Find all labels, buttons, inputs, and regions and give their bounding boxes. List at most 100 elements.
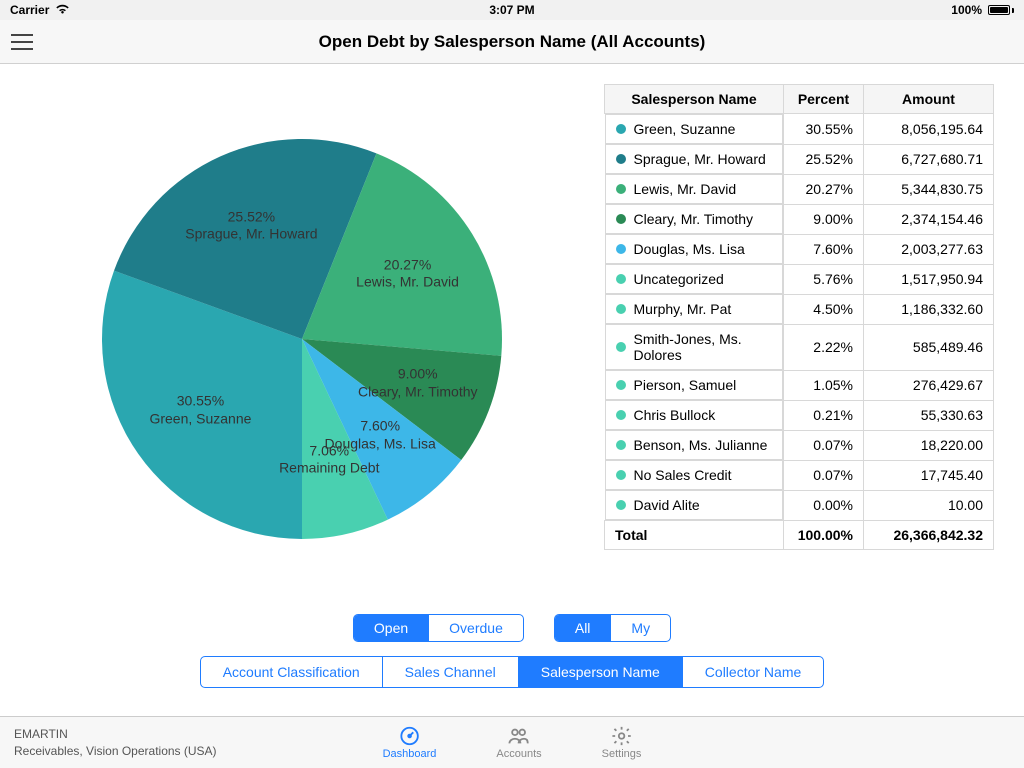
user-name: EMARTIN	[14, 726, 217, 742]
table-row[interactable]: David Alite 0.00%10.00	[605, 490, 994, 521]
table-row[interactable]: Chris Bullock 0.21%55,330.63	[605, 400, 994, 430]
row-name: Benson, Ms. Julianne	[634, 437, 768, 453]
table-row[interactable]: Lewis, Mr. David20.27%5,344,830.75	[605, 174, 994, 204]
row-name: Douglas, Ms. Lisa	[634, 241, 745, 257]
tab-accounts[interactable]: Accounts	[496, 725, 541, 760]
menu-button[interactable]	[0, 20, 44, 64]
color-dot	[616, 380, 626, 390]
page-title: Open Debt by Salesperson Name (All Accou…	[319, 32, 706, 52]
color-dot	[616, 500, 626, 510]
row-percent: 7.60%	[784, 234, 864, 264]
table-row[interactable]: Green, Suzanne 30.55%8,056,195.64	[605, 114, 994, 145]
carrier-label: Carrier	[10, 3, 49, 17]
battery-icon	[988, 5, 1014, 15]
pie-chart: 30.55%Green, Suzanne25.52%Sprague, Mr. H…	[30, 84, 574, 594]
data-table: Salesperson Name Percent Amount Green, S…	[604, 84, 994, 594]
row-percent: 0.07%	[784, 460, 864, 490]
table-row[interactable]: Murphy, Mr. Pat 4.50%1,186,332.60	[605, 294, 994, 324]
seg-status-opt-open[interactable]: Open	[354, 615, 429, 641]
color-dot	[616, 184, 626, 194]
table-row[interactable]: Benson, Ms. Julianne 0.07%18,220.00	[605, 430, 994, 460]
row-percent: 30.55%	[784, 114, 864, 145]
row-percent: 4.50%	[784, 294, 864, 324]
row-percent: 1.05%	[784, 370, 864, 400]
row-amount: 8,056,195.64	[864, 114, 994, 145]
total-percent: 100.00%	[784, 521, 864, 550]
seg-dim-opt-collector-name[interactable]: Collector Name	[683, 657, 823, 687]
row-amount: 2,003,277.63	[864, 234, 994, 264]
tab-label: Settings	[602, 748, 642, 760]
pie-label: 7.06%Remaining Debt	[279, 442, 379, 477]
row-percent: 2.22%	[784, 324, 864, 370]
row-amount: 6,727,680.71	[864, 144, 994, 174]
color-dot	[616, 342, 626, 352]
row-name: Lewis, Mr. David	[634, 181, 737, 197]
table-row[interactable]: Uncategorized5.76%1,517,950.94	[605, 264, 994, 294]
color-dot	[616, 154, 626, 164]
battery-percent: 100%	[951, 3, 982, 17]
col-name: Salesperson Name	[605, 85, 784, 114]
row-amount: 2,374,154.46	[864, 204, 994, 234]
row-name: Uncategorized	[634, 271, 724, 287]
controls: OpenOverdue AllMy Account Classification…	[0, 614, 1024, 704]
col-amount: Amount	[864, 85, 994, 114]
color-dot	[616, 214, 626, 224]
pie-label: 9.00%Cleary, Mr. Timothy	[358, 366, 478, 401]
table-row[interactable]: No Sales Credit0.07%17,745.40	[605, 460, 994, 490]
seg-scope-opt-my[interactable]: My	[611, 615, 670, 641]
seg-dim-opt-account-classification[interactable]: Account Classification	[201, 657, 383, 687]
clock: 3:07 PM	[489, 3, 534, 17]
row-percent: 5.76%	[784, 264, 864, 294]
total-label: Total	[605, 521, 784, 550]
seg-scope-opt-all[interactable]: All	[555, 615, 612, 641]
row-percent: 0.21%	[784, 400, 864, 430]
row-amount: 55,330.63	[864, 400, 994, 430]
tab-label: Dashboard	[383, 748, 437, 760]
seg-status-opt-overdue[interactable]: Overdue	[429, 615, 523, 641]
seg-dim-opt-salesperson-name[interactable]: Salesperson Name	[519, 657, 683, 687]
tab-dashboard[interactable]: Dashboard	[383, 725, 437, 760]
color-dot	[616, 124, 626, 134]
tab-settings[interactable]: Settings	[602, 725, 642, 760]
row-percent: 9.00%	[784, 204, 864, 234]
seg-dim-opt-sales-channel[interactable]: Sales Channel	[383, 657, 519, 687]
row-name: Murphy, Mr. Pat	[634, 301, 732, 317]
seg-scope[interactable]: AllMy	[554, 614, 671, 642]
color-dot	[616, 470, 626, 480]
table-row[interactable]: Cleary, Mr. Timothy 9.00%2,374,154.46	[605, 204, 994, 234]
table-row[interactable]: Sprague, Mr. Howard 25.52%6,727,680.71	[605, 144, 994, 174]
col-percent: Percent	[784, 85, 864, 114]
wifi-icon	[55, 3, 70, 17]
table-total-row: Total100.00%26,366,842.32	[605, 521, 994, 550]
row-name: Chris Bullock	[634, 407, 716, 423]
row-name: No Sales Credit	[634, 467, 732, 483]
row-amount: 585,489.46	[864, 324, 994, 370]
row-name: Green, Suzanne	[634, 121, 736, 137]
footer: EMARTIN Receivables, Vision Operations (…	[0, 716, 1024, 768]
row-amount: 1,186,332.60	[864, 294, 994, 324]
table-row[interactable]: Douglas, Ms. Lisa 7.60%2,003,277.63	[605, 234, 994, 264]
tab-label: Accounts	[496, 748, 541, 760]
row-percent: 0.00%	[784, 490, 864, 521]
color-dot	[616, 244, 626, 254]
row-amount: 10.00	[864, 490, 994, 521]
row-name: David Alite	[634, 497, 700, 513]
table-row[interactable]: Pierson, Samuel1.05%276,429.67	[605, 370, 994, 400]
user-info: EMARTIN Receivables, Vision Operations (…	[0, 726, 217, 758]
seg-status[interactable]: OpenOverdue	[353, 614, 524, 642]
row-percent: 25.52%	[784, 144, 864, 174]
nav-header: Open Debt by Salesperson Name (All Accou…	[0, 20, 1024, 64]
pie-label: 30.55%Green, Suzanne	[149, 393, 251, 428]
status-bar: Carrier 3:07 PM 100%	[0, 0, 1024, 20]
row-percent: 0.07%	[784, 430, 864, 460]
pie-label: 20.27%Lewis, Mr. David	[356, 256, 459, 291]
row-amount: 18,220.00	[864, 430, 994, 460]
color-dot	[616, 304, 626, 314]
color-dot	[616, 440, 626, 450]
table-row[interactable]: Smith-Jones, Ms. Dolores2.22%585,489.46	[605, 324, 994, 370]
row-name: Cleary, Mr. Timothy	[634, 211, 754, 227]
seg-dimension[interactable]: Account ClassificationSales ChannelSales…	[200, 656, 825, 688]
row-name: Pierson, Samuel	[634, 377, 737, 393]
row-name: Sprague, Mr. Howard	[634, 151, 766, 167]
color-dot	[616, 410, 626, 420]
